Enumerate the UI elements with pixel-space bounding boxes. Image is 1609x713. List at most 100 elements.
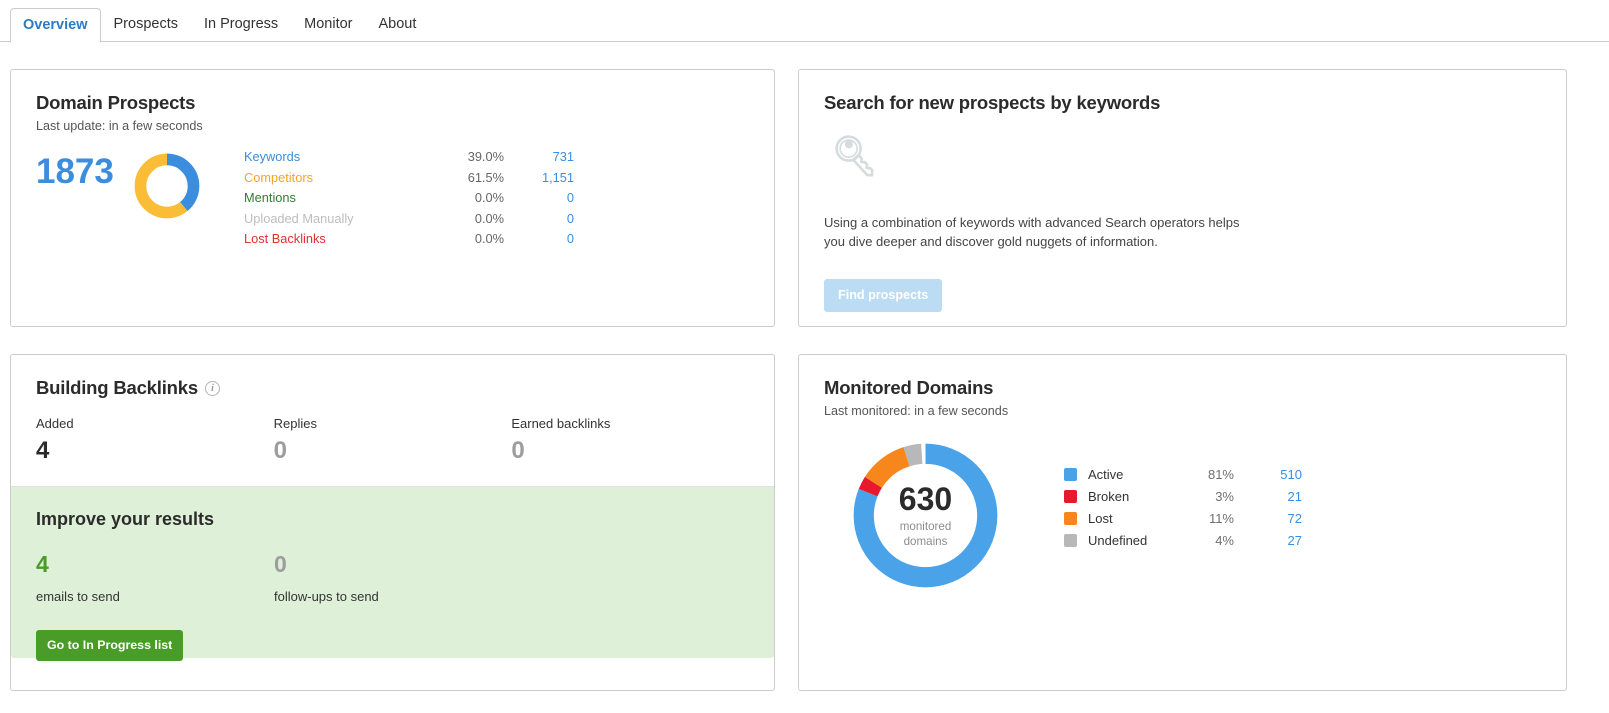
monitored-domains-body: 630 monitored domains Active 81% 510 Bro…: [824, 434, 1541, 597]
list-item: Undefined 4% 27: [1064, 530, 1302, 552]
monitored-domains-donut-chart: 630 monitored domains: [844, 434, 1007, 597]
legend-swatch-broken: [1064, 490, 1077, 503]
legend-value-lost[interactable]: 72: [1234, 508, 1302, 530]
list-item: Broken 3% 21: [1064, 486, 1302, 508]
legend-label-active: Active: [1088, 467, 1124, 482]
donut-center-label: 630 monitored domains: [844, 434, 1007, 597]
monitored-domains-card: Monitored Domains Last monitored: in a f…: [798, 354, 1567, 691]
tab-prospects[interactable]: Prospects: [101, 7, 191, 42]
prospect-link-lost-backlinks[interactable]: Lost Backlinks: [244, 231, 326, 246]
legend-percent-active: 81%: [1207, 467, 1234, 482]
prospect-percent-competitors: 61.5%: [467, 169, 504, 185]
legend-percent-undefined: 4%: [1215, 533, 1234, 548]
monitored-domains-title: Monitored Domains: [824, 377, 994, 398]
stat-replies: Replies 0: [274, 416, 512, 464]
table-row: Uploaded Manually 0.0% 0: [244, 209, 574, 230]
table-row: Keywords 39.0% 731: [244, 147, 574, 168]
find-prospects-button[interactable]: Find prospects: [824, 279, 943, 312]
improve-results-panel: Improve your results 4 emails to send 0 …: [11, 486, 774, 661]
tab-about[interactable]: About: [366, 7, 430, 42]
stat-value: 0: [274, 551, 287, 577]
stat-label: emails to send: [36, 589, 120, 604]
legend-percent-lost: 11%: [1208, 511, 1234, 526]
monitored-domains-subtitle: Last monitored: in a few seconds: [824, 404, 1009, 418]
prospect-percent-mentions: 0.0%: [474, 190, 504, 205]
tab-in-progress[interactable]: In Progress: [191, 7, 291, 42]
dashboard-page: Domain Prospects Last update: in a few s…: [0, 69, 1609, 691]
legend-value-broken[interactable]: 21: [1234, 486, 1302, 508]
prospect-link-keywords[interactable]: Keywords: [244, 149, 300, 164]
improve-results-stats: 4 emails to send 0 follow-ups to send: [36, 552, 749, 604]
prospect-percent-keywords: 39.0%: [467, 149, 504, 164]
tab-label: Overview: [23, 17, 88, 33]
tab-label: Prospects: [113, 16, 178, 32]
legend-value-undefined[interactable]: 27: [1234, 530, 1302, 552]
search-card-title: Search for new prospects by keywords: [824, 92, 1161, 113]
domain-prospects-card: Domain Prospects Last update: in a few s…: [10, 69, 775, 327]
legend-swatch-lost: [1064, 512, 1077, 525]
stat-label: Replies: [273, 416, 318, 431]
domain-prospects-donut-chart: [134, 153, 200, 219]
domain-prospects-title: Domain Prospects: [36, 92, 196, 113]
legend-swatch-undefined: [1064, 534, 1077, 547]
prospect-value-competitors[interactable]: 1,151: [504, 168, 574, 189]
search-card-description: Using a combination of keywords with adv…: [824, 215, 1240, 249]
search-prospects-card: Search for new prospects by keywords Usi…: [798, 69, 1567, 327]
stat-follow-ups-to-send: 0 follow-ups to send: [274, 552, 512, 604]
table-row: Mentions 0.0% 0: [244, 188, 574, 209]
info-icon[interactable]: i: [204, 380, 220, 396]
tab-overview[interactable]: Overview: [10, 8, 101, 43]
legend-label-broken: Broken: [1088, 489, 1130, 504]
table-row: Competitors 61.5% 1,151: [244, 168, 574, 189]
stat-value: 0: [511, 437, 525, 464]
stat-added: Added 4: [36, 416, 274, 464]
donut-center-caption: monitored domains: [900, 519, 952, 549]
stat-value: 4: [36, 437, 50, 464]
legend-value-active[interactable]: 510: [1234, 464, 1302, 486]
domain-prospects-subtitle: Last update: in a few seconds: [36, 119, 203, 133]
donut-center-caption-line1: monitored: [899, 519, 952, 533]
prospect-link-competitors[interactable]: Competitors: [244, 170, 313, 185]
building-backlinks-title-text: Building Backlinks: [36, 377, 198, 398]
prospect-percent-lost-backlinks: 0.0%: [474, 231, 504, 246]
tab-label: About: [378, 16, 417, 32]
prospect-value-uploaded-manually[interactable]: 0: [504, 209, 574, 230]
domain-prospects-body: 1873 Keywords 39.0% 731 Competitors 61.5…: [36, 149, 749, 250]
list-item: Lost 11% 72: [1064, 508, 1302, 530]
prospect-link-mentions[interactable]: Mentions: [244, 190, 296, 205]
prospect-value-lost-backlinks[interactable]: 0: [504, 229, 574, 250]
key-icon: [835, 135, 874, 177]
domain-prospects-table: Keywords 39.0% 731 Competitors 61.5% 1,1…: [244, 147, 574, 250]
stat-emails-to-send: 4 emails to send: [36, 552, 274, 604]
stat-value: 0: [273, 437, 288, 464]
list-item: Active 81% 510: [1064, 464, 1302, 486]
building-backlinks-title: Building Backlinks i: [36, 377, 749, 399]
stat-label: follow-ups to send: [274, 589, 379, 604]
legend-label-lost: Lost: [1088, 511, 1113, 526]
prospect-link-uploaded-manually[interactable]: Uploaded Manually: [244, 211, 354, 226]
monitored-domains-total: 630: [898, 480, 953, 517]
tab-monitor[interactable]: Monitor: [291, 7, 365, 42]
prospect-value-mentions[interactable]: 0: [504, 188, 574, 209]
monitored-domains-legend: Active 81% 510 Broken 3% 21 Lost 11% 72 …: [1064, 464, 1302, 552]
main-tab-bar: Overview Prospects In Progress Monitor A…: [0, 0, 1609, 43]
stat-earned-backlinks: Earned backlinks 0: [511, 416, 749, 464]
legend-label-undefined: Undefined: [1088, 533, 1148, 548]
domain-prospects-total: 1873: [36, 152, 114, 191]
stat-value: 4: [36, 551, 49, 577]
legend-swatch-active: [1064, 468, 1077, 481]
building-backlinks-card: Building Backlinks i Added 4 Replies 0 E…: [10, 354, 775, 691]
dashboard-row-top: Domain Prospects Last update: in a few s…: [10, 69, 1599, 327]
go-to-in-progress-list-button[interactable]: Go to In Progress list: [36, 630, 184, 661]
improve-results-title: Improve your results: [36, 509, 215, 529]
stat-label: Added: [36, 416, 74, 431]
table-row: Lost Backlinks 0.0% 0: [244, 229, 574, 250]
tab-label: Monitor: [304, 16, 353, 32]
building-backlinks-stats: Added 4 Replies 0 Earned backlinks 0: [36, 416, 749, 464]
stat-label: Earned backlinks: [511, 416, 611, 431]
dashboard-row-bottom: Building Backlinks i Added 4 Replies 0 E…: [10, 354, 1599, 691]
legend-percent-broken: 3%: [1215, 489, 1234, 504]
prospect-percent-uploaded-manually: 0.0%: [474, 210, 504, 226]
donut-center-caption-line2: domains: [903, 534, 948, 548]
prospect-value-keywords[interactable]: 731: [504, 147, 574, 168]
